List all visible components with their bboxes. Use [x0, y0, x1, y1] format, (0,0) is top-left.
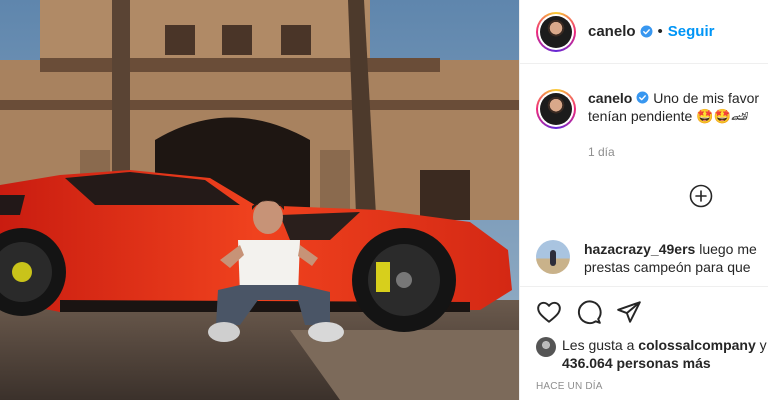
paper-plane-icon[interactable] — [616, 299, 642, 325]
comment-text: hazacrazy_49ers luego me prestas campeón… — [584, 240, 757, 276]
caption-age: 1 día — [588, 145, 615, 159]
commenter-username[interactable]: hazacrazy_49ers — [584, 241, 695, 257]
follow-button[interactable]: Seguir — [668, 23, 715, 40]
caption-username[interactable]: canelo — [588, 90, 632, 106]
likes-text: Les gusta a colossalcompany y 436.064 pe… — [562, 336, 767, 372]
likes-row: Les gusta a colossalcompany y 436.064 pe… — [536, 336, 767, 372]
caption-text: canelo Uno de mis favor tenían pendiente… — [588, 89, 759, 129]
heart-icon[interactable] — [536, 299, 562, 325]
photo-scene — [0, 0, 519, 400]
comment-line-1: luego me — [699, 241, 757, 257]
verified-badge-icon — [636, 91, 649, 104]
comment-item: hazacrazy_49ers luego me prestas campeón… — [536, 240, 757, 276]
header-separator: • — [657, 23, 663, 40]
post-side-panel: canelo • Seguir canelo Uno de mis favor … — [519, 0, 768, 400]
caption-line-2: tenían pendiente 🤩🤩🏎 — [588, 108, 749, 124]
caption-row: canelo Uno de mis favor tenían pendiente… — [536, 89, 759, 129]
liker-avatar[interactable] — [536, 337, 556, 357]
comment-bubble-icon[interactable] — [576, 299, 602, 325]
caption-line-1: Uno de mis favor — [653, 90, 760, 106]
commenter-avatar[interactable] — [536, 240, 570, 274]
author-avatar[interactable] — [536, 11, 576, 52]
caption-avatar[interactable] — [536, 89, 576, 129]
add-comment-circle-icon[interactable] — [689, 184, 713, 208]
likes-count[interactable]: 436.064 personas más — [562, 355, 711, 371]
verified-badge-icon — [640, 25, 652, 38]
post-header: canelo • Seguir — [520, 0, 768, 64]
comment-line-2: prestas campeón para que — [584, 259, 751, 275]
post-actions: Les gusta a colossalcompany y 436.064 pe… — [520, 286, 768, 392]
author-username[interactable]: canelo — [588, 23, 636, 40]
post-timestamp[interactable]: HACE UN DÍA — [536, 381, 752, 392]
action-icons — [536, 297, 752, 327]
comments-section[interactable]: canelo Uno de mis favor tenían pendiente… — [520, 65, 768, 285]
likes-prefix: Les gusta a — [562, 337, 635, 353]
post-photo[interactable] — [0, 0, 519, 400]
likes-suffix: y — [759, 337, 767, 353]
liker-username[interactable]: colossalcompany — [638, 337, 756, 353]
